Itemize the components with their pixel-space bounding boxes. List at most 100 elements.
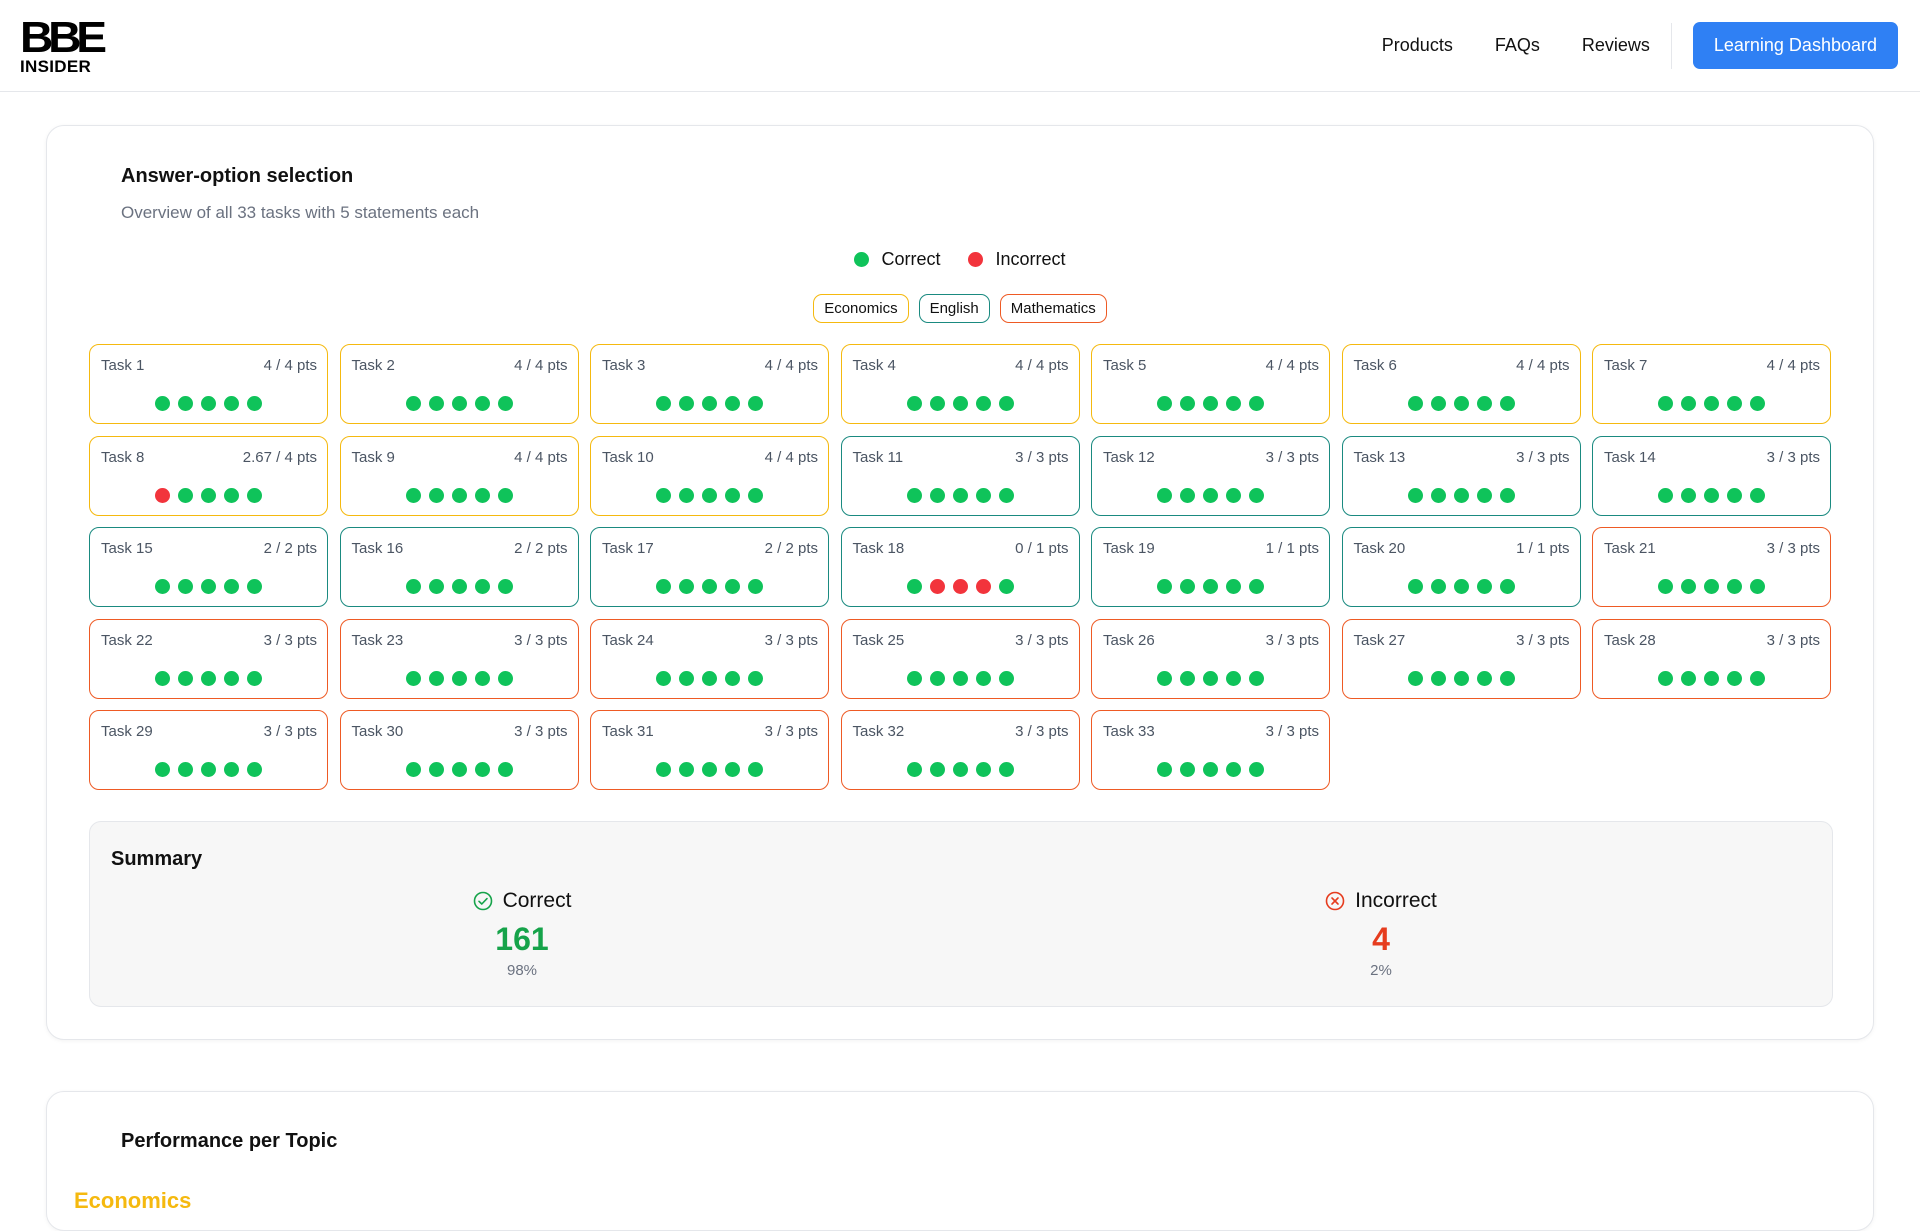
learning-dashboard-button[interactable]: Learning Dashboard (1692, 22, 1898, 69)
correct-dot-icon (679, 396, 694, 411)
correct-dot-icon (1704, 487, 1719, 503)
correct-dot-icon (656, 670, 671, 686)
correct-dot-icon (1658, 487, 1673, 503)
statement-dots (341, 396, 578, 411)
correct-dot-icon (975, 762, 991, 777)
statement-dots (341, 487, 578, 503)
correct-dot-icon (1226, 670, 1241, 686)
correct-dot-icon (1180, 670, 1195, 686)
correct-dot-icon (1499, 579, 1515, 594)
correct-dot-icon (224, 579, 239, 594)
correct-dot-icon (702, 579, 717, 594)
summary-incorrect: Incorrect 4 2% (1231, 889, 1531, 979)
task-name: Task 32 (852, 723, 905, 740)
task-points: 3 / 3 pts (1015, 631, 1069, 649)
task-card: Task 31 3 / 3 pts (590, 710, 829, 790)
correct-dot-icon (1453, 579, 1469, 594)
correct-dot-icon (952, 396, 968, 411)
statement-dots (90, 670, 327, 686)
correct-dot-icon (1681, 670, 1696, 686)
nav-divider (1670, 22, 1672, 69)
task-points: 4 / 4 pts (514, 448, 568, 466)
task-name: Task 19 (1103, 540, 1155, 557)
correct-dot-icon (178, 762, 193, 777)
correct-dot-icon (155, 579, 170, 594)
correct-dot-icon (1203, 396, 1218, 411)
legend-incorrect: Incorrect (968, 249, 1066, 270)
task-points: 3 / 3 pts (764, 631, 818, 649)
correct-dot-icon (405, 762, 421, 777)
task-card: Task 29 3 / 3 pts (89, 710, 328, 790)
correct-dot-icon (247, 579, 262, 594)
site-header: BBE INSIDER Products FAQs Reviews Learni… (0, 0, 1920, 92)
statement-dots (842, 487, 1079, 503)
answer-option-selection-card: Answer-option selection Overview of all … (46, 125, 1874, 1040)
task-card: Task 26 3 / 3 pts (1091, 618, 1330, 699)
correct-dot-icon (178, 579, 193, 594)
correct-dot-icon (1499, 487, 1515, 503)
correct-dot-icon (405, 396, 421, 411)
task-name: Task 7 (1604, 357, 1648, 374)
task-name: Task 12 (1103, 448, 1155, 466)
task-card: Task 1 4 / 4 pts (89, 344, 328, 424)
correct-dot-icon (1249, 670, 1264, 686)
bbe-insider-logo[interactable]: BBE INSIDER (20, 16, 107, 76)
correct-dot-icon (224, 670, 239, 686)
statement-dots (90, 396, 327, 411)
nav-link-faqs[interactable]: FAQs (1495, 35, 1540, 56)
task-points: 3 / 3 pts (1265, 723, 1319, 740)
statement-dots (1092, 487, 1329, 503)
correct-dot-icon (702, 396, 717, 411)
correct-dot-icon (178, 396, 193, 411)
correct-dot-icon (656, 487, 671, 503)
correct-dot-icon (1704, 670, 1719, 686)
task-points: 3 / 3 pts (764, 723, 818, 740)
topic-heading-economics: Economics (74, 1188, 192, 1213)
correct-dot-icon (201, 762, 216, 777)
task-points: 3 / 3 pts (1766, 631, 1820, 649)
correct-dot-icon (748, 670, 763, 686)
correct-dot-icon (1476, 579, 1492, 594)
correct-dot-icon (1476, 487, 1492, 503)
task-card: Task 10 4 / 4 pts (590, 435, 829, 516)
task-name: Task 22 (101, 631, 153, 649)
correct-dot-icon (1499, 670, 1515, 686)
nav-link-products[interactable]: Products (1382, 35, 1453, 56)
task-name: Task 29 (101, 723, 153, 740)
correct-dot-icon (1727, 579, 1742, 594)
main-nav: Products FAQs Reviews Learning Dashboard (1382, 22, 1898, 69)
task-card: Task 7 4 / 4 pts (1592, 344, 1831, 424)
correct-dot-icon (1750, 487, 1765, 503)
task-card: Task 15 2 / 2 pts (89, 527, 328, 607)
correct-dot-icon (405, 670, 421, 686)
subject-tags: Economics English Mathematics (47, 294, 1873, 323)
correct-dot-icon (247, 487, 262, 503)
correct-dot-icon (1727, 396, 1742, 411)
correct-dot-icon (224, 396, 239, 411)
task-points: 4 / 4 pts (1265, 357, 1319, 374)
statement-dots (591, 487, 828, 503)
task-name: Task 1 (101, 357, 145, 374)
correct-dot-icon (725, 396, 740, 411)
x-circle-icon (1325, 891, 1345, 911)
task-name: Task 6 (1353, 357, 1397, 374)
task-name: Task 8 (101, 448, 145, 466)
nav-link-reviews[interactable]: Reviews (1582, 35, 1650, 56)
task-name: Task 4 (852, 357, 896, 374)
task-points: 3 / 3 pts (514, 631, 568, 649)
task-points: 4 / 4 pts (514, 357, 568, 374)
correct-dot-icon (975, 396, 991, 411)
task-name: Task 25 (852, 631, 905, 649)
task-points: 4 / 4 pts (1766, 357, 1820, 374)
correct-dot-icon (1226, 762, 1241, 777)
incorrect-dot-icon (929, 579, 945, 594)
summary-correct: Correct 161 98% (372, 889, 672, 979)
correct-dot-icon (451, 487, 467, 503)
logo-mark: BBE (20, 13, 107, 62)
task-card: Task 13 3 / 3 pts (1341, 435, 1581, 516)
summary-correct-head: Correct (372, 889, 672, 913)
correct-dot-icon (1727, 670, 1742, 686)
tag-economics: Economics (813, 294, 909, 323)
task-card: Task 19 1 / 1 pts (1091, 527, 1330, 607)
correct-dot-icon (1157, 670, 1172, 686)
